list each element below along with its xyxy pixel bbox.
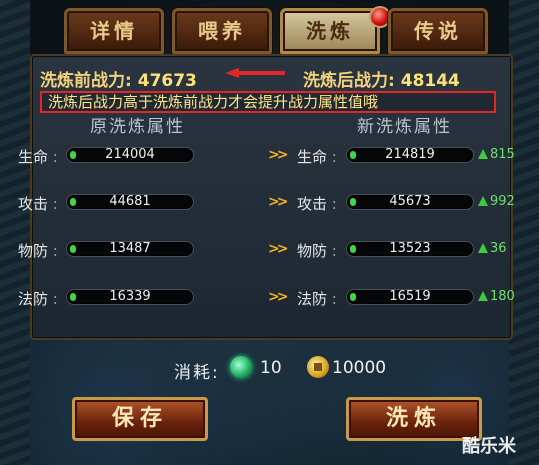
stat-gain-mdef: 180 bbox=[478, 289, 515, 304]
arrow-up-icon bbox=[478, 196, 488, 206]
frame-left bbox=[0, 0, 30, 465]
coin-icon bbox=[307, 356, 329, 378]
stat-label-hp-new: 生命 : bbox=[297, 148, 337, 166]
stat-label-mdef: 法防 : bbox=[18, 290, 58, 308]
chevron-right-icon: >> bbox=[268, 289, 289, 305]
cost-gem-amount: 10 bbox=[260, 358, 282, 378]
tab-legend[interactable]: 传说 bbox=[388, 8, 488, 54]
frame-right bbox=[509, 0, 539, 465]
stat-label-mdef-new: 法防 : bbox=[297, 290, 337, 308]
arrow-up-icon bbox=[478, 149, 488, 159]
power-before-value: 47673 bbox=[137, 71, 197, 91]
tab-refine[interactable]: 洗炼 bbox=[280, 8, 380, 54]
stat-new-atk: 45673 bbox=[346, 194, 474, 210]
stat-new-hp: 214819 bbox=[346, 147, 474, 163]
stat-gain-hp: 815 bbox=[478, 147, 515, 162]
stat-old-mdef: 16339 bbox=[66, 289, 194, 305]
stat-label-atk: 攻击 : bbox=[18, 195, 58, 213]
stat-label-pdef-new: 物防 : bbox=[297, 242, 337, 260]
column-original-header: 原洗炼属性 bbox=[90, 117, 185, 137]
power-before-label: 洗炼前战力: bbox=[40, 71, 132, 91]
stat-gain-pdef: 36 bbox=[478, 241, 507, 256]
column-new-header: 新洗炼属性 bbox=[357, 117, 452, 137]
chevron-right-icon: >> bbox=[268, 241, 289, 257]
cost-label: 消耗: bbox=[174, 363, 220, 383]
stat-new-mdef: 16519 bbox=[346, 289, 474, 305]
arrow-up-icon bbox=[478, 243, 488, 253]
stat-old-atk: 44681 bbox=[66, 194, 194, 210]
tab-feed[interactable]: 喂养 bbox=[172, 8, 272, 54]
stat-old-hp: 214004 bbox=[66, 147, 194, 163]
watermark-logo: 酷乐米 bbox=[462, 436, 516, 457]
stat-label-hp: 生命 : bbox=[18, 148, 58, 166]
power-before: 洗炼前战力: 47673 bbox=[40, 66, 197, 91]
gem-icon bbox=[230, 356, 252, 378]
stat-new-pdef: 13523 bbox=[346, 241, 474, 257]
chevron-right-icon: >> bbox=[268, 194, 289, 210]
arrow-left-icon bbox=[225, 68, 285, 78]
save-button[interactable]: 保存 bbox=[72, 397, 208, 441]
power-after-label: 洗炼后战力: bbox=[303, 71, 395, 91]
stat-old-pdef: 13487 bbox=[66, 241, 194, 257]
stat-label-pdef: 物防 : bbox=[18, 242, 58, 260]
refine-screen: 详情 喂养 洗炼 传说 洗炼前战力: 47673 洗炼后战力: 48144 洗炼… bbox=[0, 0, 539, 465]
chevron-right-icon: >> bbox=[268, 147, 289, 163]
power-after: 洗炼后战力: 48144 bbox=[303, 66, 460, 91]
stat-gain-atk: 992 bbox=[478, 194, 515, 209]
cost-coin-amount: 10000 bbox=[332, 358, 387, 378]
stat-label-atk-new: 攻击 : bbox=[297, 195, 337, 213]
arrow-up-icon bbox=[478, 291, 488, 301]
hint-banner: 洗炼后战力高于洗炼前战力才会提升战力属性值哦 bbox=[40, 91, 496, 113]
tab-details[interactable]: 详情 bbox=[64, 8, 164, 54]
power-after-value: 48144 bbox=[400, 71, 460, 91]
